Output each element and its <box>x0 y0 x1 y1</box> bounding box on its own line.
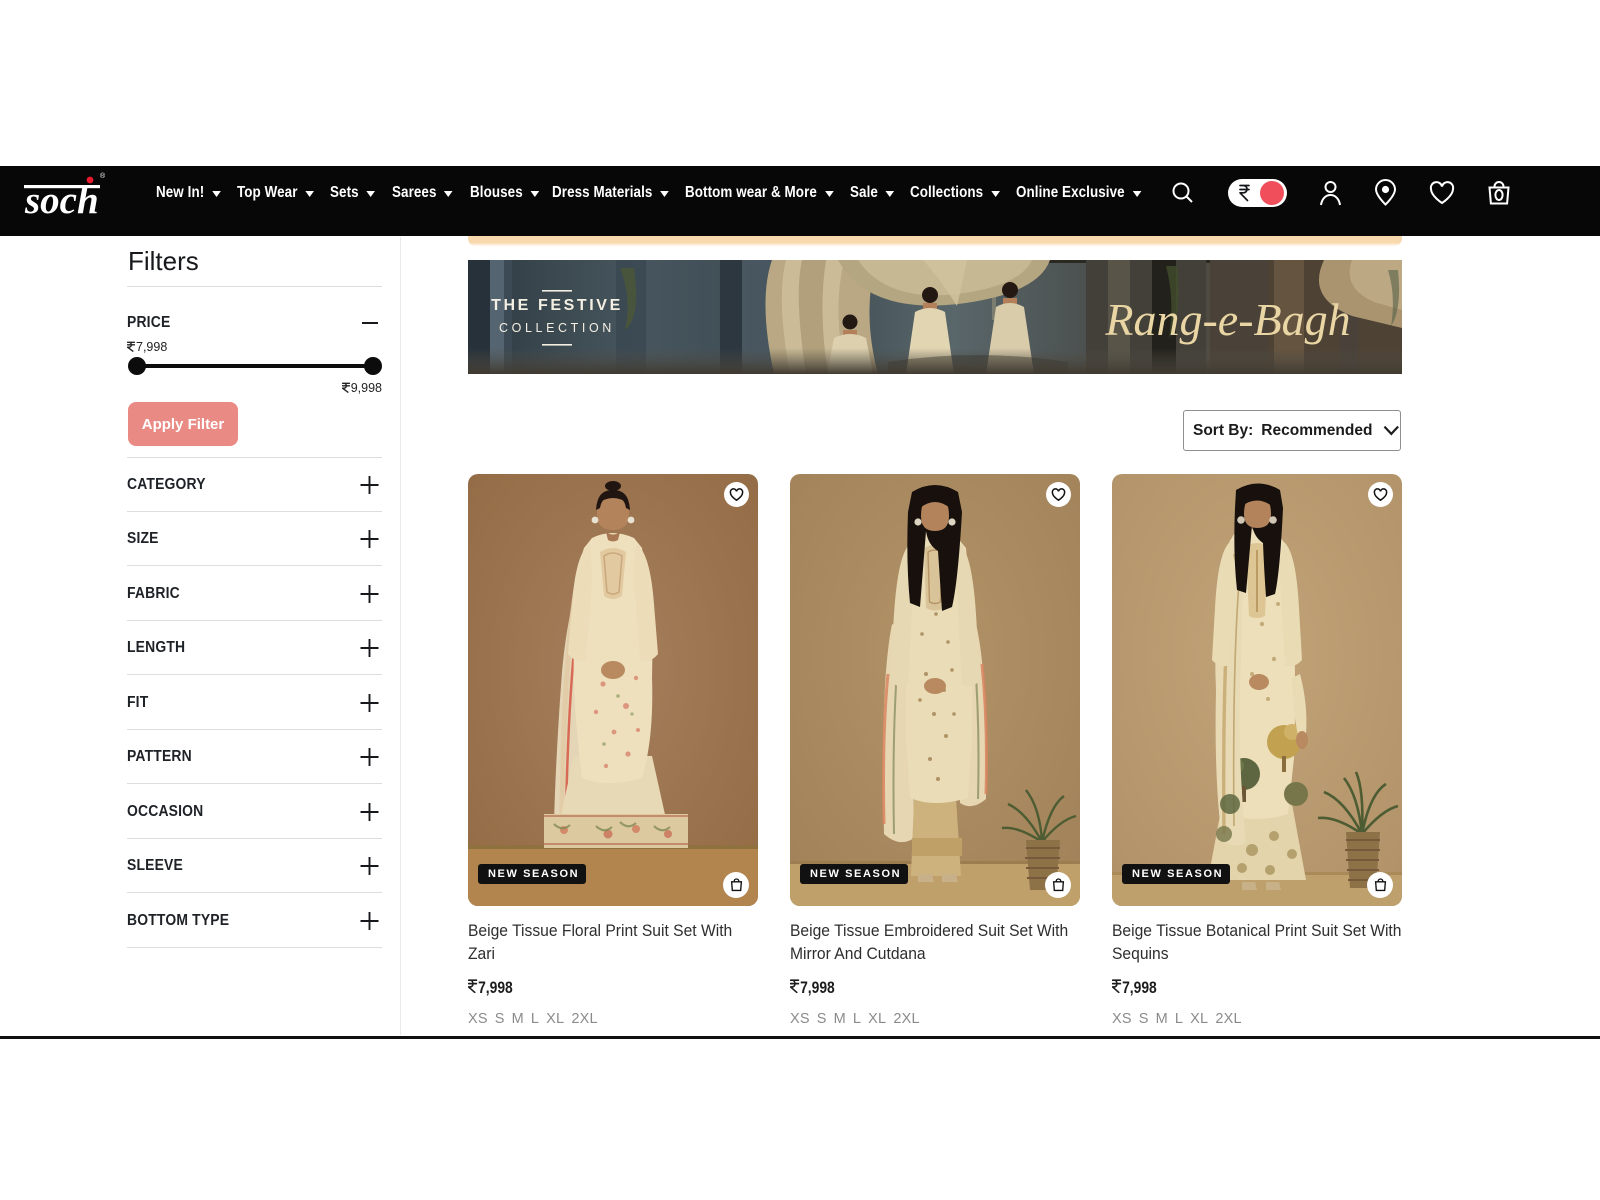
svg-text:COLLECTION: COLLECTION <box>499 321 615 335</box>
svg-text:soch: soch <box>24 179 99 222</box>
svg-text:®: ® <box>100 172 106 180</box>
svg-text:THE FESTIVE: THE FESTIVE <box>491 297 623 314</box>
svg-text:Rang-e-Bagh: Rang-e-Bagh <box>1104 294 1350 345</box>
